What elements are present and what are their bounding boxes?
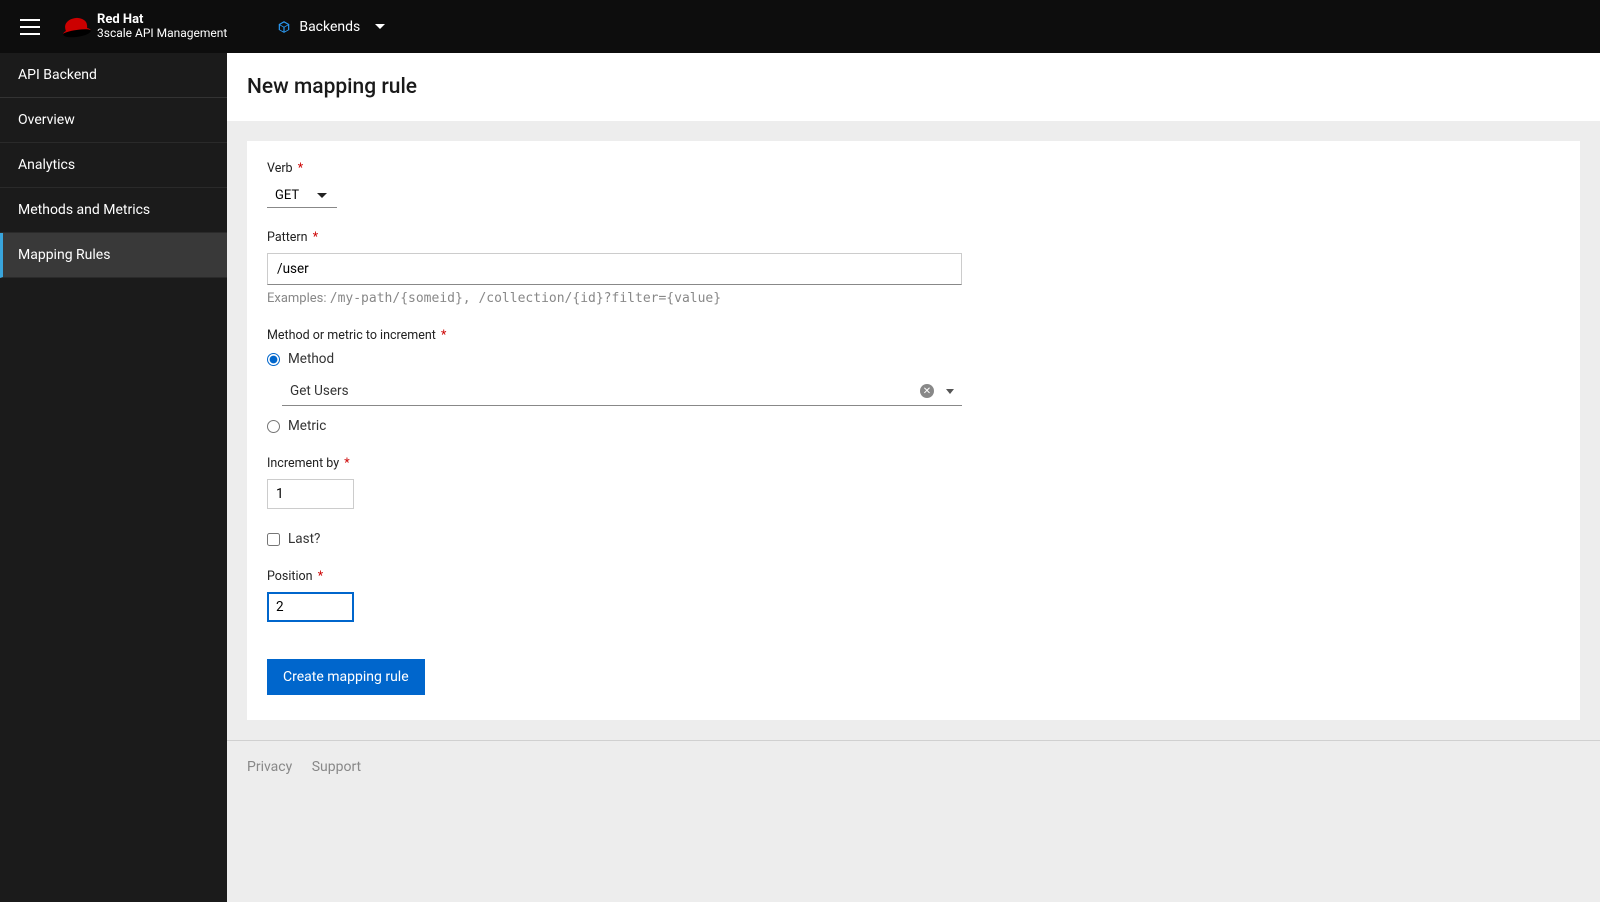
sidebar-item-analytics[interactable]: Analytics: [0, 143, 227, 188]
pattern-label: Pattern: [267, 230, 308, 245]
last-checkbox[interactable]: [267, 533, 280, 546]
hamburger-icon[interactable]: [20, 19, 40, 35]
method-select-value: Get Users: [290, 383, 920, 399]
context-selector[interactable]: Backends: [277, 19, 385, 35]
sidebar: API Backend Overview Analytics Methods a…: [0, 53, 227, 902]
mm-label: Method or metric to increment: [267, 328, 436, 343]
create-mapping-rule-button[interactable]: Create mapping rule: [267, 659, 425, 695]
verb-value: GET: [275, 188, 299, 203]
radio-metric-label[interactable]: Metric: [288, 418, 326, 434]
required-asterisk: *: [441, 328, 446, 343]
main-area: New mapping rule Verb * GET: [227, 53, 1600, 902]
field-last: Last?: [267, 531, 947, 547]
required-asterisk: *: [298, 161, 303, 176]
chevron-down-icon: [375, 24, 385, 29]
required-asterisk: *: [344, 456, 349, 471]
footer-link-support[interactable]: Support: [312, 759, 361, 775]
pattern-hint: Examples: /my-path/{someid}, /collection…: [267, 291, 947, 306]
field-verb: Verb * GET: [267, 161, 947, 208]
footer-link-privacy[interactable]: Privacy: [247, 759, 292, 775]
radio-metric[interactable]: [267, 420, 280, 433]
required-asterisk: *: [318, 569, 323, 584]
radio-method[interactable]: [267, 353, 280, 366]
sidebar-item-overview[interactable]: Overview: [0, 98, 227, 143]
sidebar-item-mapping-rules[interactable]: Mapping Rules: [0, 233, 227, 278]
increment-input[interactable]: [267, 479, 354, 509]
brand-line1: Red Hat: [97, 13, 227, 27]
redhat-logo-icon: [64, 17, 88, 36]
radio-method-label[interactable]: Method: [288, 351, 334, 367]
position-input[interactable]: [267, 592, 354, 622]
chevron-down-icon[interactable]: [946, 389, 954, 394]
page-title: New mapping rule: [247, 75, 1580, 99]
pattern-input[interactable]: [267, 253, 962, 285]
form-card: Verb * GET Pattern *: [247, 141, 1580, 720]
position-label: Position: [267, 569, 313, 584]
footer: Privacy Support: [227, 740, 1600, 793]
cube-icon: [277, 20, 291, 34]
method-select[interactable]: Get Users ✕: [282, 377, 962, 406]
verb-label: Verb: [267, 161, 293, 176]
increment-label: Increment by: [267, 456, 339, 471]
brand: Red Hat 3scale API Management: [65, 13, 227, 40]
sidebar-item-methods-metrics[interactable]: Methods and Metrics: [0, 188, 227, 233]
top-bar: Red Hat 3scale API Management Backends: [0, 0, 1600, 53]
page-header: New mapping rule: [227, 53, 1600, 121]
field-position: Position *: [267, 569, 947, 622]
last-label[interactable]: Last?: [288, 531, 320, 547]
field-method-metric: Method or metric to increment * Method G…: [267, 328, 947, 434]
field-pattern: Pattern * Examples: /my-path/{someid}, /…: [267, 230, 947, 306]
context-label: Backends: [299, 19, 360, 35]
clear-icon[interactable]: ✕: [920, 384, 934, 398]
required-asterisk: *: [313, 230, 318, 245]
verb-select[interactable]: GET: [267, 184, 337, 208]
field-increment: Increment by *: [267, 456, 947, 509]
sidebar-section-title: API Backend: [0, 53, 227, 98]
chevron-down-icon: [317, 193, 327, 198]
brand-line2: 3scale API Management: [97, 27, 227, 40]
